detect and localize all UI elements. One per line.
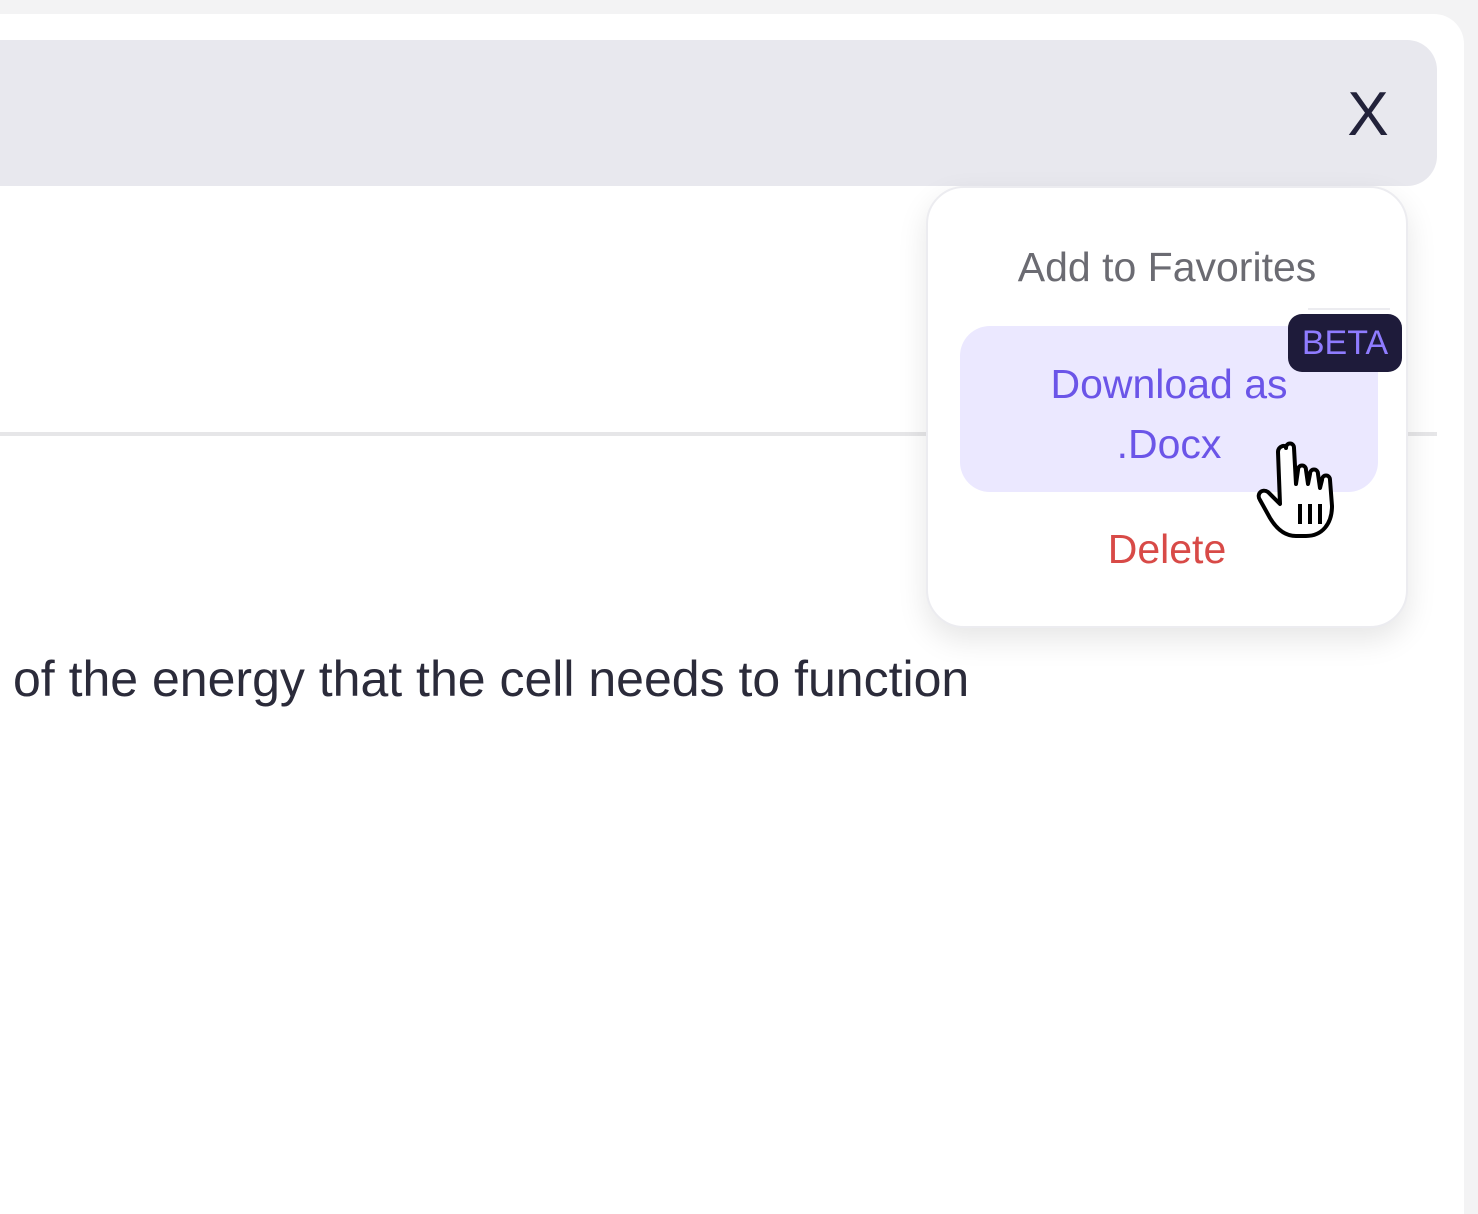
context-menu: Add to Favorites Download as .Docx BETA …	[926, 186, 1408, 628]
menu-separator	[1308, 308, 1390, 310]
close-button[interactable]: X	[1330, 72, 1406, 156]
add-to-favorites-item[interactable]: Add to Favorites	[928, 244, 1406, 291]
hand-pointer-icon	[1256, 441, 1334, 538]
beta-badge: BETA	[1288, 314, 1402, 372]
content-text: of the energy that the cell needs to fun…	[13, 651, 970, 707]
header-bar	[0, 40, 1437, 186]
